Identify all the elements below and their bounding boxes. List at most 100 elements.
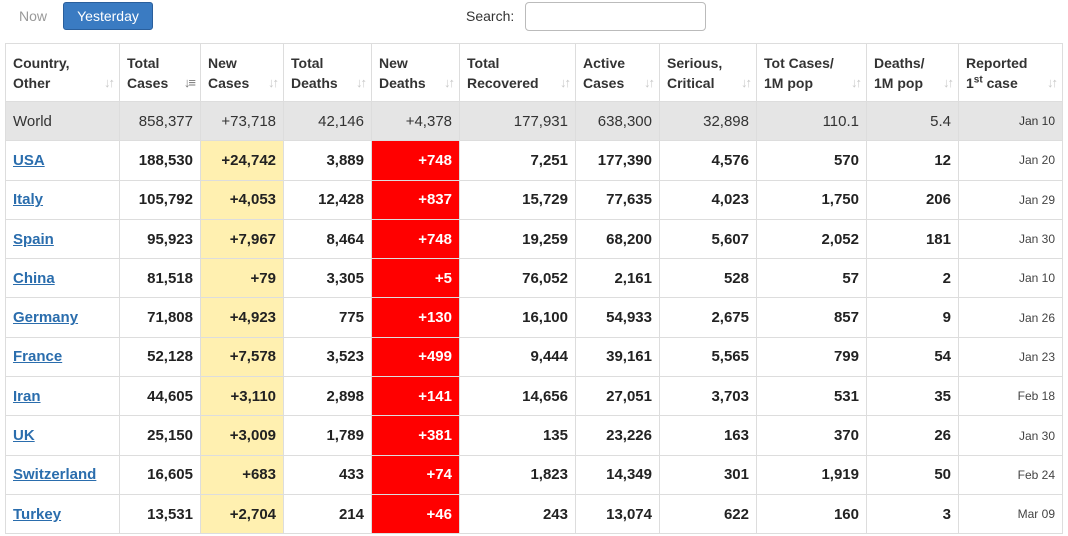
col-header-line2: Other xyxy=(13,75,51,91)
col-header-line1: New xyxy=(379,55,408,71)
sort-desc-icon[interactable]: ↓≡ xyxy=(184,73,196,93)
col-header-active-cases[interactable]: Active Cases ↓↑ xyxy=(575,43,660,102)
country-link[interactable]: Switzerland xyxy=(13,466,96,483)
col-header-total-cases[interactable]: Total Cases ↓≡ xyxy=(119,43,201,102)
toolbar: Now Yesterday Search: xyxy=(0,0,1068,40)
cell-tot-cases-per-1m: 370 xyxy=(756,415,867,456)
cell-active-cases: 13,074 xyxy=(575,493,660,535)
sort-icon[interactable]: ↓↑ xyxy=(741,73,752,93)
search-input[interactable] xyxy=(525,2,706,31)
col-header-reported-first-case[interactable]: Reported 1st case ↓↑ xyxy=(958,43,1063,102)
cell-reported-first-case: Jan 10 xyxy=(958,100,1063,142)
cell-serious-critical: 3,703 xyxy=(659,376,757,417)
cell-new-deaths: +748 xyxy=(371,218,460,260)
cell-deaths-per-1m: 54 xyxy=(866,336,959,378)
cell-active-cases: 2,161 xyxy=(575,258,660,299)
cell-reported-first-case: Jan 23 xyxy=(958,336,1063,378)
cell-total-recovered: 76,052 xyxy=(459,258,576,299)
cell-total-cases: 188,530 xyxy=(119,140,201,181)
cell-country: France xyxy=(5,336,120,378)
cell-deaths-per-1m: 2 xyxy=(866,258,959,299)
sort-icon[interactable]: ↓↑ xyxy=(851,73,862,93)
col-header-line1: Total xyxy=(467,55,500,71)
col-header-new-deaths[interactable]: New Deaths ↓↑ xyxy=(371,43,460,102)
cell-serious-critical: 622 xyxy=(659,493,757,535)
col-header-line1: Reported xyxy=(966,55,1028,71)
country-link[interactable]: USA xyxy=(13,152,45,169)
col-header-tot-cases-per-1m[interactable]: Tot Cases/1M pop ↓↑ xyxy=(756,43,867,102)
cell-tot-cases-per-1m: 1,919 xyxy=(756,454,867,495)
country-link[interactable]: Germany xyxy=(13,309,78,326)
cell-tot-cases-per-1m: 1,750 xyxy=(756,179,867,220)
cell-new-cases: +2,704 xyxy=(200,493,284,535)
col-header-deaths-per-1m[interactable]: Deaths/1M pop ↓↑ xyxy=(866,43,959,102)
cell-new-deaths: +499 xyxy=(371,336,460,378)
col-header-line2: Cases xyxy=(583,75,625,91)
table-row: Germany 71,808 +4,923 775 +130 16,100 54,933 2,… xyxy=(5,297,1063,338)
col-header-line2: Recovered xyxy=(467,75,539,91)
country-link[interactable]: Iran xyxy=(13,388,41,405)
sort-icon[interactable]: ↓↑ xyxy=(268,73,279,93)
country-link[interactable]: UK xyxy=(13,427,35,444)
sort-icon[interactable]: ↓↑ xyxy=(644,73,655,93)
country-link[interactable]: Spain xyxy=(13,231,54,248)
cell-total-cases: 105,792 xyxy=(119,179,201,220)
cell-total-cases: 25,150 xyxy=(119,415,201,456)
table-row: UK 25,150 +3,009 1,789 +381 135 23,226 163 370 26… xyxy=(5,415,1063,456)
cell-reported-first-case: Jan 10 xyxy=(958,258,1063,299)
now-button[interactable]: Now xyxy=(6,2,60,30)
country-link[interactable]: Italy xyxy=(13,191,43,208)
sort-icon[interactable]: ↓↑ xyxy=(560,73,571,93)
cell-total-deaths: 2,898 xyxy=(283,376,372,417)
sort-icon[interactable]: ↓↑ xyxy=(943,73,954,93)
country-link[interactable]: China xyxy=(13,270,55,287)
cell-new-cases: +683 xyxy=(200,454,284,495)
cell-new-cases: +79 xyxy=(200,258,284,299)
cell-serious-critical: 528 xyxy=(659,258,757,299)
col-header-total-recovered[interactable]: Total Recovered ↓↑ xyxy=(459,43,576,102)
col-header-total-deaths[interactable]: Total Deaths ↓↑ xyxy=(283,43,372,102)
cell-total-recovered: 177,931 xyxy=(459,100,576,142)
cell-total-recovered: 243 xyxy=(459,493,576,535)
cell-country: Iran xyxy=(5,376,120,417)
cell-new-deaths: +381 xyxy=(371,415,460,456)
cell-new-cases: +7,967 xyxy=(200,218,284,260)
col-header-line1: Total xyxy=(127,55,160,71)
cell-new-deaths: +5 xyxy=(371,258,460,299)
cell-country: World xyxy=(5,100,120,142)
col-header-line1: Serious, xyxy=(667,55,723,71)
cell-reported-first-case: Jan 26 xyxy=(958,297,1063,338)
col-header-line2: 1M pop xyxy=(874,75,923,91)
col-header-prefix: 1 xyxy=(966,75,974,91)
cell-deaths-per-1m: 9 xyxy=(866,297,959,338)
col-header-country[interactable]: Country, Other ↓↑ xyxy=(5,43,120,102)
col-header-serious-critical[interactable]: Serious, Critical ↓↑ xyxy=(659,43,757,102)
cell-total-deaths: 775 xyxy=(283,297,372,338)
cell-country: Germany xyxy=(5,297,120,338)
cell-total-deaths: 42,146 xyxy=(283,100,372,142)
table-row: USA 188,530 +24,742 3,889 +748 7,251 177,390 4,… xyxy=(5,140,1063,181)
cell-reported-first-case: Jan 20 xyxy=(958,140,1063,181)
cell-total-deaths: 3,889 xyxy=(283,140,372,181)
cell-active-cases: 638,300 xyxy=(575,100,660,142)
cell-active-cases: 27,051 xyxy=(575,376,660,417)
col-header-line2: Deaths xyxy=(379,75,426,91)
country-link[interactable]: France xyxy=(13,348,62,365)
cell-deaths-per-1m: 35 xyxy=(866,376,959,417)
cell-active-cases: 177,390 xyxy=(575,140,660,181)
col-header-line1: Tot Cases/ xyxy=(764,55,834,71)
cell-new-cases: +4,053 xyxy=(200,179,284,220)
cell-total-deaths: 12,428 xyxy=(283,179,372,220)
cell-serious-critical: 4,576 xyxy=(659,140,757,181)
country-link[interactable]: Turkey xyxy=(13,506,61,523)
sort-icon[interactable]: ↓↑ xyxy=(1047,73,1058,93)
sort-icon[interactable]: ↓↑ xyxy=(356,73,367,93)
sort-icon[interactable]: ↓↑ xyxy=(444,73,455,93)
cell-total-cases: 858,377 xyxy=(119,100,201,142)
col-header-new-cases[interactable]: New Cases ↓↑ xyxy=(200,43,284,102)
cell-serious-critical: 4,023 xyxy=(659,179,757,220)
sort-icon[interactable]: ↓↑ xyxy=(104,73,115,93)
yesterday-button[interactable]: Yesterday xyxy=(63,2,153,30)
cell-deaths-per-1m: 26 xyxy=(866,415,959,456)
col-header-line2: case xyxy=(982,75,1018,91)
